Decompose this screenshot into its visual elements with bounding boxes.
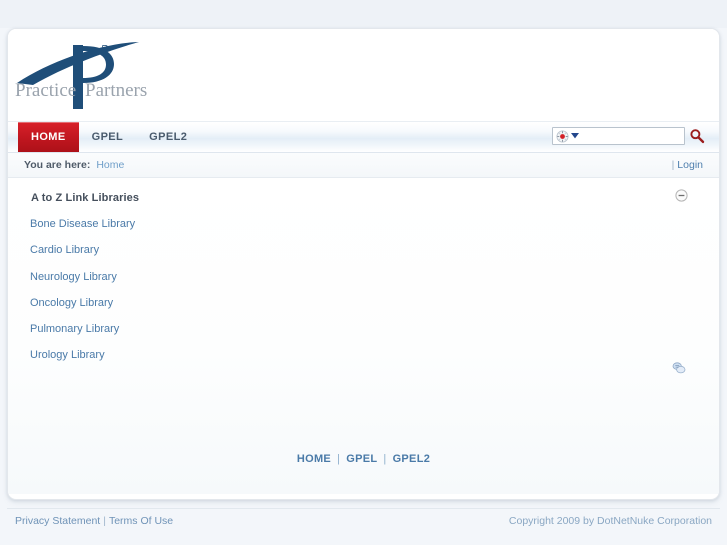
nav-item-home[interactable]: HOME [18,122,79,152]
breadcrumb-item-home[interactable]: Home [96,159,124,171]
breadcrumb: You are here: Home [24,159,124,171]
terms-of-use-link[interactable]: Terms Of Use [109,515,173,527]
nav-item-gpel2[interactable]: GPEL2 [136,122,200,152]
breadcrumb-bar: You are here: Home | Login [8,153,719,178]
list-item: Pulmonary Library [30,323,430,335]
site-logo[interactable]: 2 Practice Partners [13,37,248,115]
collapse-minus-icon[interactable] [675,189,688,202]
footer-nav-separator: | [337,453,341,465]
link-cardio-library[interactable]: Cardio Library [30,244,99,256]
site-header: 2 Practice Partners [8,29,719,121]
copyright-bar: Privacy Statement | Terms Of Use Copyright… [7,508,720,534]
link-oncology-library[interactable]: Oncology Library [30,297,113,309]
list-item: Neurology Library [30,271,430,283]
footer-nav: HOME | GPEL | GPEL2 [8,453,719,465]
search-provider-icon [556,130,569,142]
legal-separator: | [103,515,106,527]
list-item: Bone Disease Library [30,218,430,230]
svg-text:Partners: Partners [85,80,147,101]
chevron-down-icon [571,133,579,139]
login-divider: | [671,159,675,171]
content-pane: A to Z Link Libraries Bone Disease Libra… [8,178,719,494]
breadcrumb-prefix: You are here: [24,159,91,171]
user-controls: | Login [672,159,703,171]
search-box[interactable] [552,127,685,145]
svg-text:Practice: Practice [15,80,76,101]
login-link[interactable]: Login [677,159,703,171]
footer-nav-separator: | [383,453,387,465]
practice-partners-p2-logo: 2 Practice Partners [15,41,147,109]
primary-navbar: HOME GPEL GPEL2 [8,121,719,153]
search-provider-selector[interactable] [556,130,579,143]
search-magnifier-icon[interactable] [689,128,705,144]
list-item: Cardio Library [30,244,430,256]
footer-nav-item-gpel2[interactable]: GPEL2 [393,453,431,465]
footer-nav-item-home[interactable]: HOME [297,453,331,465]
search-input[interactable] [579,128,681,144]
nav-item-gpel[interactable]: GPEL [79,122,137,152]
link-urology-library[interactable]: Urology Library [30,349,105,361]
legal-links: Privacy Statement | Terms Of Use [15,515,173,527]
list-item: Oncology Library [30,297,430,309]
link-pulmonary-library[interactable]: Pulmonary Library [30,323,119,335]
module-title: A to Z Link Libraries [31,192,140,204]
page-container: 2 Practice Partners HOME GPEL GPEL2 You … [7,28,720,500]
copyright-notice: Copyright 2009 by DotNetNuke Corporation [508,515,712,527]
list-item: Urology Library [30,349,430,361]
link-bone-disease-library[interactable]: Bone Disease Library [30,218,135,230]
module-actions-icon[interactable] [671,361,687,375]
link-neurology-library[interactable]: Neurology Library [30,271,117,283]
footer-nav-item-gpel[interactable]: GPEL [346,453,377,465]
site-search [552,127,705,145]
link-library-list: Bone Disease Library Cardio Library Neur… [30,218,430,376]
svg-text:2: 2 [101,41,110,60]
privacy-statement-link[interactable]: Privacy Statement [15,515,100,527]
primary-nav-list: HOME GPEL GPEL2 [18,122,200,152]
